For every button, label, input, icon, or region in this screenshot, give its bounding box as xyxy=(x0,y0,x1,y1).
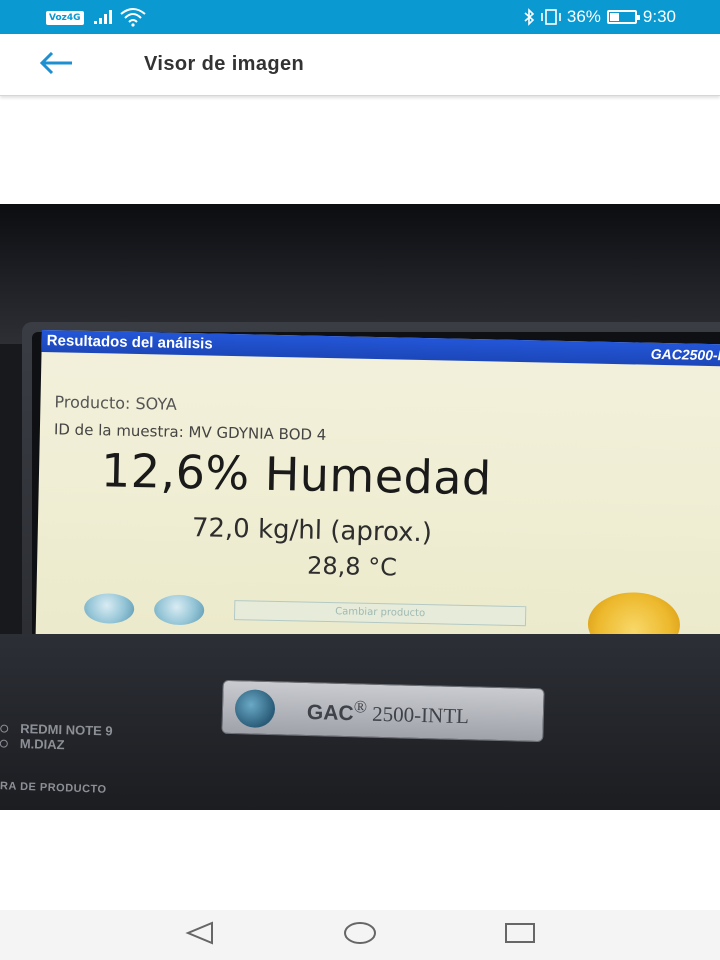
photo-viewer-image[interactable]: Resultados del análisis GAC2500-IN Produ… xyxy=(0,204,720,810)
screen-center-button: Cambiar producto xyxy=(233,600,527,627)
screen-header-model: GAC2500-IN xyxy=(650,345,720,364)
clock: 9:30 xyxy=(642,7,676,26)
badge-registered-mark: ® xyxy=(353,696,368,717)
watermark-photographer: M.DIAZ xyxy=(0,736,112,754)
app-bar: Visor de imagen xyxy=(0,34,720,96)
back-button[interactable] xyxy=(30,46,82,84)
gac-logo-icon xyxy=(234,689,276,729)
vibrate-icon xyxy=(541,9,561,25)
screen-second-button xyxy=(153,594,205,626)
signal-icon xyxy=(94,8,116,28)
camera-watermark: REDMI NOTE 9 M.DIAZ xyxy=(0,721,113,754)
nav-home-button[interactable] xyxy=(338,920,382,950)
battery-icon xyxy=(606,10,640,24)
weight-result: 72,0 kg/hl (aprox.) xyxy=(191,513,433,549)
sample-id-line: ID de la muestra: MV GDYNIA BOD 4 xyxy=(53,420,327,444)
device-screen: Resultados del análisis GAC2500-IN Produ… xyxy=(35,330,720,658)
status-bar: Voz4G 36% 9:30 xyxy=(0,0,720,34)
badge-brand: GAC xyxy=(306,701,354,726)
screen-left-button xyxy=(83,592,135,624)
wifi-icon xyxy=(120,7,146,31)
triangle-back-icon xyxy=(185,921,215,949)
screen-header-title: Resultados del análisis xyxy=(46,332,213,353)
arrow-left-icon xyxy=(39,51,73,78)
volte-badge: Voz4G xyxy=(46,11,84,25)
product-line: Producto: SOYA xyxy=(54,392,178,414)
temperature-result: 28,8 °C xyxy=(306,551,398,582)
badge-model: 2500-INTL xyxy=(371,701,470,729)
nav-back-button[interactable] xyxy=(178,920,222,950)
square-recents-icon xyxy=(504,921,536,949)
page-title: Visor de imagen xyxy=(144,53,305,75)
moisture-result: 12,6% Humedad xyxy=(100,443,493,506)
system-nav-bar xyxy=(0,910,720,960)
bluetooth-icon xyxy=(523,8,535,26)
device-badge: GAC® 2500-INTL xyxy=(221,679,545,743)
battery-percent: 36% xyxy=(566,7,601,26)
nav-recents-button[interactable] xyxy=(498,920,542,950)
circle-home-icon xyxy=(342,921,378,949)
